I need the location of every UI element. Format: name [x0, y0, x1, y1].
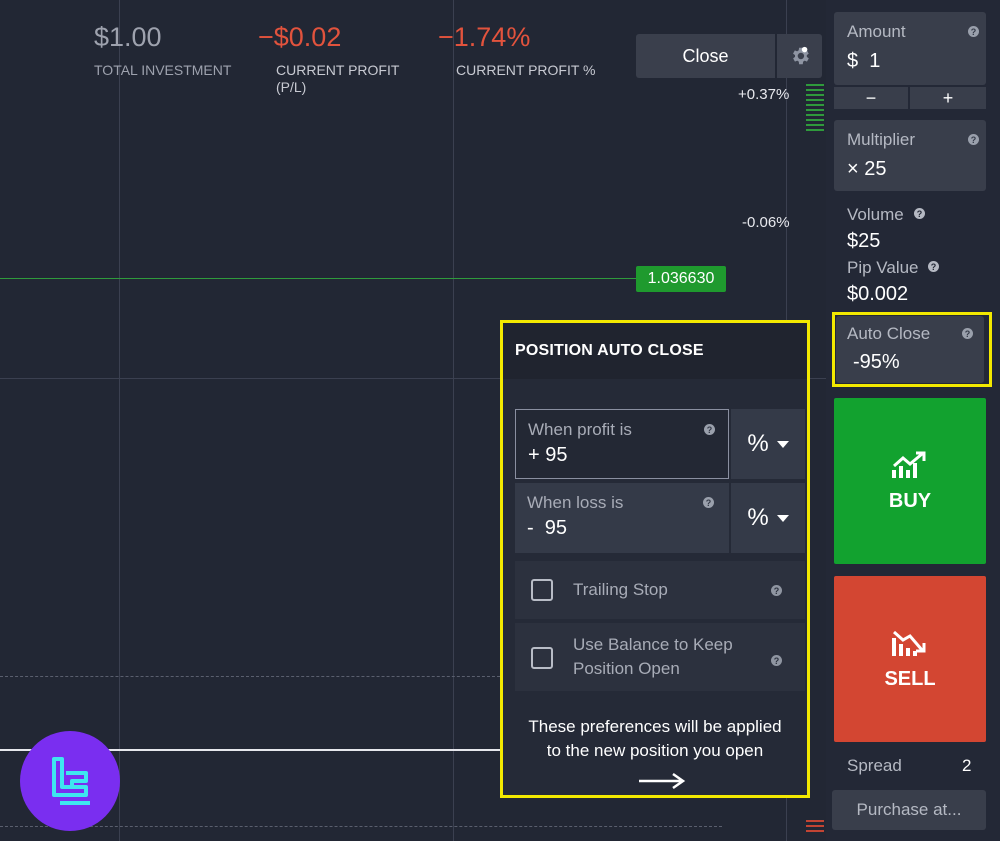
- current-price-tag: 1.036630: [636, 266, 726, 292]
- auto-close-label: Auto Close: [847, 324, 931, 343]
- total-investment-value: $1.00: [94, 22, 162, 52]
- current-profit-pct-label: CURRENT PROFIT %: [456, 62, 596, 78]
- loss-unit-dropdown[interactable]: %: [731, 483, 805, 553]
- help-icon[interactable]: ?: [771, 585, 782, 596]
- dashed-level-line: [0, 676, 500, 677]
- grid-line: [453, 0, 454, 841]
- loss-input[interactable]: When loss is - 95 ?: [515, 483, 729, 553]
- spread-label: Spread: [847, 756, 902, 775]
- current-profit-pct-value: −1.74%: [438, 22, 531, 52]
- profit-input[interactable]: When profit is + 95 ?: [515, 409, 729, 479]
- trailing-stop-label: Trailing Stop: [573, 580, 668, 599]
- loss-value: - 95: [527, 517, 568, 539]
- amount-increase-button[interactable]: +: [910, 87, 986, 109]
- gear-icon: [792, 46, 809, 65]
- preferences-note: These preferences will be applied to the…: [528, 717, 782, 760]
- chart-upper-pct: +0.37%: [738, 86, 790, 103]
- amount-input[interactable]: Amount $ 1 ?: [834, 12, 986, 85]
- help-icon[interactable]: ?: [968, 134, 979, 145]
- amount-decrease-button[interactable]: −: [834, 87, 908, 109]
- position-auto-close-popup: POSITION AUTO CLOSE When profit is + 95 …: [500, 320, 810, 798]
- help-icon[interactable]: ?: [704, 424, 715, 435]
- help-icon[interactable]: ?: [928, 261, 939, 272]
- brand-logo: [20, 731, 120, 831]
- arrow-right-icon: [639, 772, 686, 790]
- volume-ticks-green: [806, 84, 824, 134]
- buy-label: BUY: [888, 489, 932, 512]
- close-position-button[interactable]: Close: [636, 34, 775, 78]
- pip-value-value: $0.002: [847, 283, 909, 305]
- auto-close-value: -95%: [853, 351, 900, 373]
- purchase-at-button[interactable]: Purchase at...: [832, 790, 986, 830]
- multiplier-value: × 25: [847, 158, 887, 180]
- dashed-level-line: [0, 826, 722, 827]
- use-balance-option[interactable]: Use Balance to Keep Position Open ?: [515, 623, 805, 691]
- profit-label: When profit is: [528, 420, 632, 439]
- current-profit-value: −$0.02: [258, 22, 342, 52]
- sell-label: SELL: [884, 667, 936, 690]
- trailing-stop-checkbox[interactable]: [531, 579, 553, 601]
- amount-label: Amount: [847, 22, 906, 41]
- auto-close-setting[interactable]: Auto Close -95% ?: [836, 316, 984, 383]
- help-icon[interactable]: ?: [914, 208, 925, 219]
- grid-line: [119, 0, 120, 841]
- sell-button[interactable]: SELL: [834, 576, 986, 742]
- use-balance-checkbox[interactable]: [531, 647, 553, 669]
- chart-down-icon: [892, 630, 926, 656]
- caret-down-icon: [776, 440, 789, 448]
- spread-value: 2: [962, 756, 972, 775]
- current-price-line: [0, 278, 636, 279]
- chart-up-icon: [892, 451, 926, 478]
- help-icon[interactable]: ?: [703, 497, 714, 508]
- trailing-stop-option[interactable]: Trailing Stop ?: [515, 561, 805, 619]
- loss-label: When loss is: [527, 493, 624, 512]
- profit-unit-dropdown[interactable]: %: [731, 409, 805, 479]
- pip-value-label: Pip Value: [847, 258, 919, 277]
- multiplier-label: Multiplier: [847, 130, 916, 149]
- help-icon[interactable]: ?: [968, 26, 979, 37]
- use-balance-label: Use Balance to Keep Position Open: [573, 635, 733, 678]
- total-investment-label: TOTAL INVESTMENT: [94, 62, 232, 78]
- multiplier-select[interactable]: Multiplier × 25 ?: [834, 120, 986, 191]
- trade-panel: Amount $ 1 ? − + Multiplier × 25 ? Volum…: [826, 0, 1000, 841]
- popup-title: POSITION AUTO CLOSE: [503, 323, 807, 379]
- amount-value: $ 1: [847, 50, 881, 72]
- buy-button[interactable]: BUY: [834, 398, 986, 564]
- settings-button[interactable]: [777, 34, 822, 78]
- caret-down-icon: [776, 514, 789, 522]
- help-icon[interactable]: ?: [962, 328, 973, 339]
- logo-icon: [52, 757, 90, 805]
- volume-label: Volume: [847, 205, 904, 224]
- help-icon[interactable]: ?: [771, 655, 782, 666]
- volume-value: $25: [847, 230, 881, 252]
- volume-ticks-red: [806, 820, 824, 835]
- current-profit-label: CURRENT PROFIT (P/L): [276, 62, 400, 95]
- chart-lower-pct: -0.06%: [742, 214, 790, 231]
- profit-value: + 95: [528, 444, 568, 466]
